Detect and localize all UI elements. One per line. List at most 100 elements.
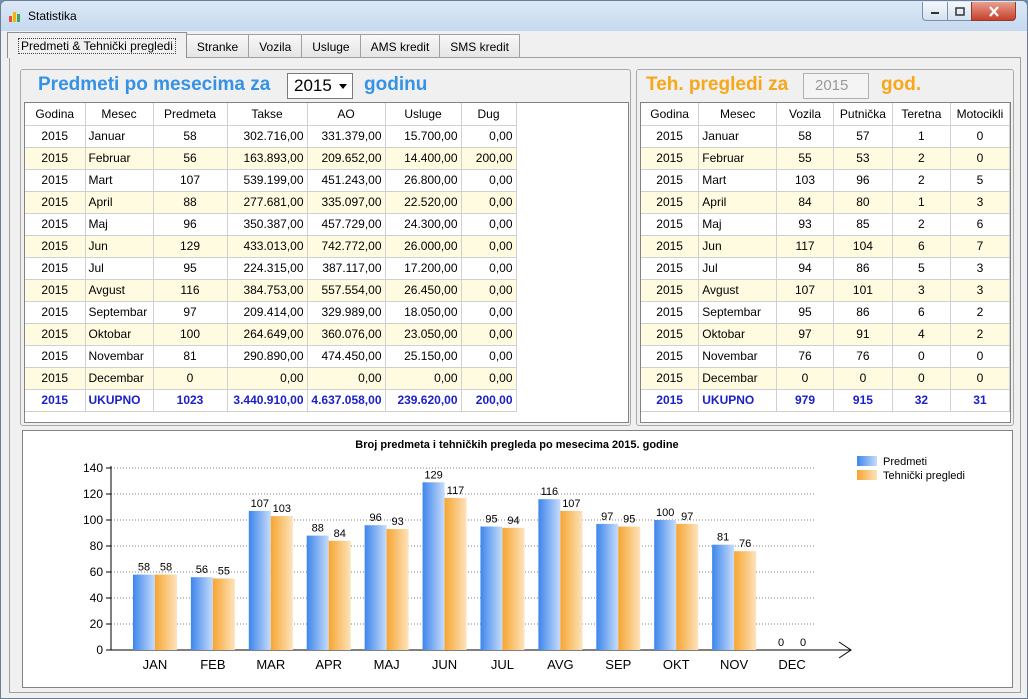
tab-sms-kredit[interactable]: SMS kredit [439,34,520,58]
column-header[interactable]: Dug [461,103,517,126]
table-row[interactable]: 2015 Novembar 76 76 0 0 [641,345,1011,368]
table-cell: 26.450,00 [385,279,462,302]
table-row[interactable]: 2015 Septembar 97 209.414,00 329.989,00 18.05… [25,301,517,324]
column-header[interactable]: Godina [25,103,86,126]
table-row[interactable]: 2015 Avgust 107 101 3 3 [641,279,1011,302]
table-row[interactable]: 2015 Februar 55 53 2 0 [641,147,1011,170]
data-label: 94 [507,515,519,527]
table-row[interactable]: 2015 Oktobar 100 264.649,00 360.076,00 23.050… [25,323,517,346]
tab-usluge[interactable]: Usluge [301,34,361,58]
column-header[interactable]: Motocikli [950,103,1011,126]
tab-vozila[interactable]: Vozila [248,34,303,58]
table-cell: 17.200,00 [385,257,462,280]
table-cell: 224.315,00 [227,257,308,280]
table-cell: 93 [776,213,834,236]
table-row[interactable]: 2015 Mart 107 539.199,00 451.243,00 26.800,00… [25,169,517,192]
column-header[interactable]: Godina [641,103,700,126]
x-tick-label: APR [315,657,342,672]
column-header[interactable]: Mesec [85,103,154,126]
table-row[interactable]: 2015 Februar 56 163.893,00 209.652,00 14.400,… [25,147,517,170]
table-row[interactable]: 2015 Septembar 95 86 6 2 [641,301,1011,324]
table-cell: 2015 [641,345,700,368]
table-cell: 0 [153,367,228,390]
pregledi-year-value: 2015 [815,77,849,94]
table-cell: 26.800,00 [385,169,462,192]
table-row[interactable]: 2015 Januar 58 57 1 0 [641,125,1011,148]
table-cell: 97 [153,301,228,324]
data-label: 97 [681,511,693,523]
table-row[interactable]: 2015 Jul 94 86 5 3 [641,257,1011,280]
table-cell: 2015 [25,389,86,412]
table-cell: 2015 [25,301,86,324]
table-row[interactable]: 2015 Jul 95 224.315,00 387.117,00 17.200,00 0,… [25,257,517,280]
bar-predmeti [248,510,271,650]
table-cell: 0,00 [461,235,517,258]
table-cell: Avgust [698,279,778,302]
column-header[interactable]: Vozila [776,103,834,126]
table-row[interactable]: 2015 Jun 117 104 6 7 [641,235,1011,258]
table-cell: April [85,191,154,214]
data-label: 0 [800,637,806,649]
column-header[interactable]: Predmeta [153,103,228,126]
table-row[interactable]: 2015 Decembar 0 0 0 0 [641,367,1011,390]
minimize-button[interactable] [922,2,948,21]
x-tick-label: JAN [143,657,168,672]
tab-ams-kredit[interactable]: AMS kredit [359,34,441,58]
tab-predmeti-tehnicki-pregledi[interactable]: Predmeti & Tehnički pregledi [7,32,187,58]
chart-title: Broj predmeta i tehničkih pregleda po me… [355,439,678,451]
column-header[interactable]: Putnička [833,103,893,126]
tab-stranke[interactable]: Stranke [185,34,250,58]
x-tick-label: NOV [720,657,749,672]
chevron-down-icon [339,84,347,89]
table-row[interactable]: 2015 Decembar 0 0,00 0,00 0,00 0,00 [25,367,517,390]
table-row[interactable]: 2015 Mart 103 96 2 5 [641,169,1011,192]
total-row[interactable]: 2015 UKUPNO 979 915 32 31 [641,389,1011,412]
total-row[interactable]: 2015 UKUPNO 1023 3.440.910,00 4.637.058,00 23… [25,389,517,412]
table-cell: 0 [950,125,1011,148]
year-select[interactable]: 2015 [287,73,353,99]
close-button[interactable] [971,2,1016,21]
table-row[interactable]: 2015 Januar 58 302.716,00 331.379,00 15.700,0… [25,125,517,148]
table-cell: 3 [950,279,1011,302]
table-row[interactable]: 2015 April 84 80 1 3 [641,191,1011,214]
column-header[interactable]: AO [307,103,386,126]
x-tick-label: JUL [491,657,514,672]
table-cell: 290.890,00 [227,345,308,368]
tab-page: Predmeti po mesecima za 2015 godinu Godi… [9,57,1021,693]
column-header[interactable]: Usluge [385,103,462,126]
predmeti-group: Predmeti po mesecima za 2015 godinu Godi… [20,69,631,426]
data-label: 81 [717,532,729,544]
bar-pregledi [618,526,641,650]
statistika-window: Statistika Predmeti & Tehnički pregledi … [0,0,1028,699]
predmeti-title: Predmeti po mesecima za [38,74,271,95]
predmeti-grid[interactable]: Godina Mesec Predmeta Takse AO Usluge Dug 2015… [24,102,629,423]
table-row[interactable]: 2015 Jun 129 433.013,00 742.772,00 26.000,00 0… [25,235,517,258]
table-row[interactable]: 2015 Maj 93 85 2 6 [641,213,1011,236]
table-cell: 2015 [641,191,700,214]
y-tick-label: 80 [90,539,104,553]
table-cell: 0,00 [461,301,517,324]
maximize-button[interactable] [947,2,972,21]
table-cell: 26.000,00 [385,235,462,258]
column-header[interactable]: Mesec [698,103,778,126]
y-tick-label: 60 [90,565,104,579]
bar-predmeti [538,499,561,650]
table-row[interactable]: 2015 Oktobar 97 91 4 2 [641,323,1011,346]
tab-label: Stranke [196,39,239,54]
table-row[interactable]: 2015 Maj 96 350.387,00 457.729,00 24.300,00 0,… [25,213,517,236]
legend-swatch [857,470,877,480]
column-header[interactable]: Teretna [892,103,951,126]
table-cell: 200,00 [461,147,517,170]
table-row[interactable]: 2015 Novembar 81 290.890,00 474.450,00 25.150… [25,345,517,368]
title-bar[interactable]: Statistika [1,1,1027,31]
table-row[interactable]: 2015 April 88 277.681,00 335.097,00 22.520,00… [25,191,517,214]
data-label: 97 [601,511,613,523]
table-cell: 474.450,00 [307,345,386,368]
table-cell: 557.554,00 [307,279,386,302]
bar-predmeti [190,577,213,650]
column-header[interactable]: Takse [227,103,308,126]
pregledi-grid[interactable]: Godina Mesec Vozila Putnička Teretna Motocikl… [640,102,1011,423]
table-row[interactable]: 2015 Avgust 116 384.753,00 557.554,00 26.450,… [25,279,517,302]
table-cell: 1 [892,125,951,148]
table-cell: 104 [833,235,893,258]
